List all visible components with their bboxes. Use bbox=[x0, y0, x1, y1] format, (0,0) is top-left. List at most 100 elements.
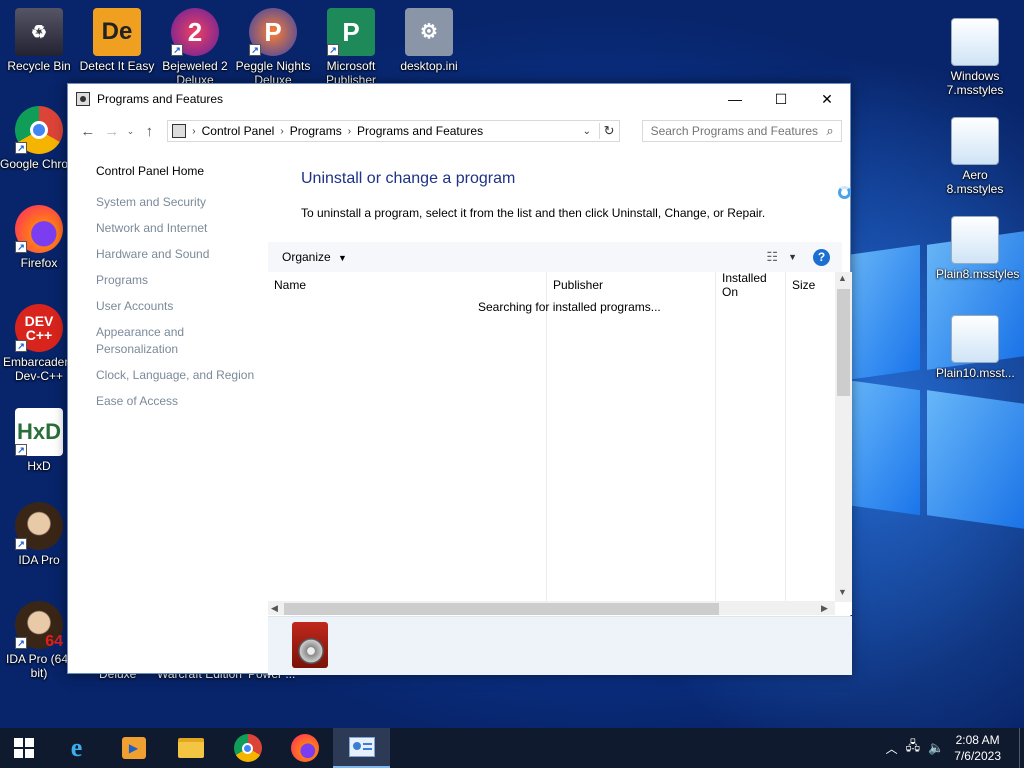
desktop-icon-label: Plain8.msstyles bbox=[936, 267, 1020, 281]
organize-label: Organize bbox=[282, 250, 331, 264]
programs-installer-icon bbox=[292, 622, 328, 668]
desktop-icon-plain8-msstyles[interactable]: Plain8.msstyles bbox=[936, 216, 1019, 281]
network-icon[interactable]: 🖧 bbox=[906, 737, 921, 759]
view-options-icon[interactable]: ☷ bbox=[766, 249, 778, 265]
maximize-button[interactable]: ☐ bbox=[758, 84, 804, 114]
programs-list[interactable]: ⌃ Name Publisher Installed On Size Searc… bbox=[268, 272, 852, 615]
scroll-down-icon[interactable]: ▼ bbox=[838, 587, 847, 597]
breadcrumb-programs-and-features[interactable]: Programs and Features bbox=[357, 124, 483, 138]
desktop-icon-aero8-msstyles[interactable]: Aero 8.msstyles bbox=[936, 117, 1014, 196]
desktop-icon-detect-it-easy[interactable]: De Detect It Easy bbox=[78, 8, 156, 73]
taskbar-control-panel[interactable] bbox=[333, 728, 390, 768]
desktop-icon-label: Microsoft Publisher 2010 bbox=[325, 59, 377, 84]
desktop-icon-desktop-ini[interactable]: ⚙ desktop.ini bbox=[390, 8, 468, 73]
nav-hardware-and-sound[interactable]: Hardware and Sound bbox=[96, 246, 266, 263]
desktop-icon-windows7-msstyles[interactable]: Windows 7.msstyles bbox=[936, 18, 1014, 97]
start-button[interactable] bbox=[0, 728, 48, 768]
nav-ease-of-access[interactable]: Ease of Access bbox=[96, 393, 266, 410]
address-dropdown-icon[interactable]: ⌄ bbox=[583, 126, 599, 137]
folder-icon bbox=[177, 738, 204, 758]
column-header-installed-on[interactable]: Installed On bbox=[716, 272, 785, 299]
recent-locations-dropdown[interactable]: ⌄ bbox=[124, 119, 138, 143]
msstyles-file-icon bbox=[951, 315, 999, 363]
clock[interactable]: 2:08 AM 7/6/2023 bbox=[954, 732, 1001, 764]
help-icon[interactable]: ? bbox=[813, 248, 830, 266]
taskbar-media-player[interactable]: ▶ bbox=[105, 728, 162, 768]
nav-control-panel-home[interactable]: Control Panel Home bbox=[96, 164, 266, 178]
column-divider[interactable] bbox=[715, 272, 716, 602]
taskbar-firefox[interactable] bbox=[276, 728, 333, 768]
column-header-size[interactable]: Size bbox=[786, 272, 836, 298]
view-dropdown-icon[interactable]: ▼ bbox=[788, 252, 797, 262]
nav-programs[interactable]: Programs bbox=[96, 272, 266, 289]
horizontal-scrollbar[interactable]: ◀ ▶ bbox=[268, 601, 835, 615]
address-row: ← → ⌄ ↑ › Control Panel › Programs › Pro… bbox=[68, 114, 850, 148]
organize-button[interactable]: Organize ▼ bbox=[282, 250, 347, 264]
forward-button[interactable]: → bbox=[100, 119, 124, 143]
search-input[interactable] bbox=[650, 124, 819, 138]
search-box[interactable]: ⌕ bbox=[641, 120, 842, 142]
scroll-up-icon[interactable]: ▲ bbox=[838, 273, 847, 283]
breadcrumb-separator-icon[interactable]: › bbox=[348, 126, 351, 137]
scroll-left-icon[interactable]: ◀ bbox=[271, 603, 278, 614]
vertical-scroll-thumb[interactable] bbox=[837, 289, 850, 396]
programs-and-features-window[interactable]: Programs and Features — ☐ ✕ ← → ⌄ ↑ › Co… bbox=[67, 83, 852, 675]
windows-logo-wallpaper bbox=[845, 231, 1024, 550]
desktop-icon-plain10-msstyles[interactable]: Plain10.msst... bbox=[936, 315, 1015, 380]
taskbar: e ▶ ︿ 🖧 🔈 2:08 AM 7/6/2023 bbox=[0, 728, 1024, 768]
breadcrumb-separator-icon[interactable]: › bbox=[280, 126, 283, 137]
vertical-scrollbar[interactable]: ▲ ▼ bbox=[835, 272, 852, 602]
detect-it-easy-icon: De bbox=[93, 8, 141, 56]
nav-appearance[interactable]: Appearance and Personalization bbox=[96, 324, 216, 358]
up-button[interactable]: ↑ bbox=[137, 119, 161, 143]
desktop-icon-label: Bejeweled 2 Deluxe bbox=[162, 59, 228, 84]
desktop-icon-label: IDA Pro (64-bit) bbox=[5, 652, 73, 680]
control-panel-icon bbox=[348, 737, 375, 757]
taskbar-file-explorer[interactable] bbox=[162, 728, 219, 768]
dev-cpp-icon: DEV C++ ↗ bbox=[15, 304, 63, 352]
taskbar-internet-explorer[interactable]: e bbox=[48, 728, 105, 768]
column-divider[interactable] bbox=[546, 272, 547, 602]
search-icon[interactable]: ⌕ bbox=[819, 123, 841, 139]
nav-user-accounts[interactable]: User Accounts bbox=[96, 298, 266, 315]
breadcrumb-separator-icon[interactable]: › bbox=[192, 126, 195, 137]
firefox-icon bbox=[290, 734, 319, 762]
hxd-icon: HxD ↗ bbox=[15, 408, 63, 456]
busy-cursor-icon bbox=[830, 186, 851, 212]
back-button[interactable]: ← bbox=[76, 119, 100, 143]
nav-clock-language-region[interactable]: Clock, Language, and Region bbox=[96, 367, 266, 384]
clock-time: 2:08 AM bbox=[955, 733, 1000, 747]
desktop-icon-bejeweled[interactable]: 2 ↗ Bejeweled 2 Deluxe bbox=[156, 8, 234, 84]
nav-network-and-internet[interactable]: Network and Internet bbox=[96, 220, 266, 237]
command-bar: Organize ▼ ☷ ▼ ? bbox=[268, 242, 842, 272]
scroll-right-icon[interactable]: ▶ bbox=[821, 603, 828, 614]
desktop-icon-peggle-nights[interactable]: P ↗ Peggle Nights Deluxe bbox=[234, 8, 312, 84]
horizontal-scroll-thumb[interactable] bbox=[284, 603, 719, 615]
column-header-name[interactable]: Name bbox=[268, 272, 546, 298]
clock-date: 7/6/2023 bbox=[954, 749, 1001, 763]
recycle-bin-icon: ♻ bbox=[15, 8, 63, 56]
taskbar-chrome[interactable] bbox=[219, 728, 276, 768]
show-hidden-icons-chevron-icon[interactable]: ︿ bbox=[886, 740, 898, 757]
desktop-icon-label: Aero 8.msstyles bbox=[946, 168, 1004, 196]
show-desktop-button[interactable] bbox=[1019, 728, 1024, 768]
desktop-icon-recycle-bin[interactable]: ♻ Recycle Bin bbox=[0, 8, 78, 73]
breadcrumb-control-panel[interactable]: Control Panel bbox=[202, 124, 275, 138]
title-bar[interactable]: Programs and Features — ☐ ✕ bbox=[68, 84, 850, 114]
breadcrumb-programs[interactable]: Programs bbox=[290, 124, 342, 138]
msstyles-file-icon bbox=[951, 117, 999, 165]
column-header-publisher[interactable]: Publisher bbox=[547, 272, 715, 298]
control-panel-icon bbox=[172, 124, 187, 138]
close-button[interactable]: ✕ bbox=[804, 84, 850, 114]
window-title: Programs and Features bbox=[97, 92, 224, 106]
refresh-icon[interactable]: ↻ bbox=[598, 123, 619, 139]
nav-system-and-security[interactable]: System and Security bbox=[96, 194, 266, 211]
desktop-icon-publisher[interactable]: P ↗ Microsoft Publisher 2010 bbox=[312, 8, 390, 84]
minimize-button[interactable]: — bbox=[712, 84, 758, 114]
address-bar[interactable]: › Control Panel › Programs › Programs an… bbox=[167, 120, 620, 142]
windows-start-icon bbox=[14, 738, 34, 758]
desktop-icon-label: desktop.ini bbox=[400, 59, 458, 73]
column-divider[interactable] bbox=[785, 272, 786, 602]
volume-icon[interactable]: 🔈 bbox=[928, 740, 944, 756]
desktop-icon-label: Windows 7.msstyles bbox=[946, 69, 1004, 97]
